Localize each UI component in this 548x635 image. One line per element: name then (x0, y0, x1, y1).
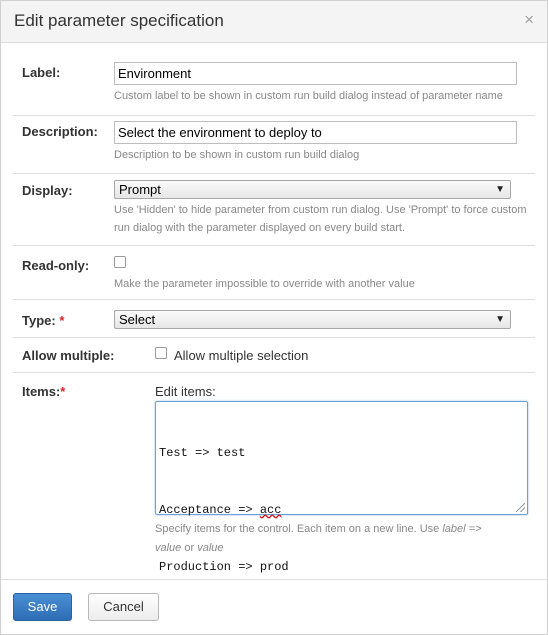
items-textarea[interactable]: Test => test Acceptance => acc Productio… (155, 401, 528, 574)
items-field-label: Items:* (22, 384, 65, 399)
resize-grip-icon[interactable] (516, 503, 525, 512)
allow-multiple-checkbox[interactable] (155, 347, 167, 359)
items-note-italic: value (155, 542, 182, 554)
description-input[interactable] (114, 121, 517, 144)
items-note-italic: label => (442, 523, 482, 535)
readonly-checkbox[interactable] (114, 256, 126, 268)
allow-multiple-row: Allow multiple: Allow multiple selection (13, 338, 535, 373)
display-field-label: Display: (22, 183, 73, 198)
close-icon[interactable]: × (524, 11, 534, 29)
label-row: Label: Custom label to be shown in custo… (13, 53, 535, 116)
display-select[interactable]: Prompt ▼ (114, 180, 511, 199)
type-selected-value: Select (119, 312, 156, 327)
items-note-italic: value (197, 542, 224, 554)
display-note-line2: run dialog with the parameter displayed … (114, 222, 406, 234)
items-editor-caption: Edit items: (155, 384, 216, 399)
display-row: Display: Prompt ▼ Use 'Hidden' to hide p… (13, 174, 535, 246)
items-note-line1: Specify items for the control. Each item… (155, 520, 482, 538)
chevron-down-icon: ▼ (495, 184, 505, 195)
display-note-line1: Use 'Hidden' to hide parameter from cust… (114, 204, 527, 216)
allow-multiple-field-label: Allow multiple: (22, 348, 115, 363)
dialog-footer: Save Cancel (1, 579, 547, 634)
save-button[interactable]: Save (13, 593, 72, 621)
dialog-title: Edit parameter specification (14, 11, 224, 30)
item-line: Acceptance => acc (159, 501, 524, 520)
items-note-line2: value or value (155, 539, 224, 557)
misspelled-word: acc (259, 503, 282, 517)
type-row: Type: * Select ▼ (13, 300, 535, 338)
description-note: Description to be shown in custom run bu… (114, 149, 360, 161)
edit-parameter-dialog: Edit parameter specification × Label: Cu… (0, 0, 548, 635)
required-mark: * (60, 384, 66, 399)
items-label-text: Items: (22, 384, 61, 399)
description-row: Description: Description to be shown in … (13, 116, 535, 174)
dialog-header: Edit parameter specification × (1, 1, 547, 43)
label-field-label: Label: (22, 65, 61, 80)
items-note-text: or (181, 542, 198, 554)
description-field-label: Description: (22, 124, 98, 139)
type-select[interactable]: Select ▼ (114, 310, 511, 329)
item-line-text: Test => test (159, 446, 246, 460)
cancel-button[interactable]: Cancel (88, 593, 159, 621)
readonly-field-label: Read-only: (22, 258, 90, 273)
item-line: Test => test (159, 444, 524, 463)
item-line-text: Acceptance => (159, 503, 260, 517)
type-field-label: Type: * (22, 313, 64, 328)
label-note: Custom label to be shown in custom run b… (114, 90, 503, 102)
readonly-note: Make the parameter impossible to overrid… (114, 278, 415, 290)
readonly-row: Read-only: Make the parameter impossible… (13, 246, 535, 300)
items-note-text: Specify items for the control. Each item… (155, 523, 443, 535)
display-selected-value: Prompt (119, 182, 161, 197)
allow-multiple-checkbox-label[interactable]: Allow multiple selection (174, 348, 308, 363)
item-line: Production => prod (159, 558, 524, 577)
item-line-text: Production => prod (159, 560, 289, 574)
label-input[interactable] (114, 62, 517, 85)
required-mark: * (59, 313, 65, 328)
type-label-text: Type: (22, 313, 56, 328)
chevron-down-icon: ▼ (495, 314, 505, 325)
